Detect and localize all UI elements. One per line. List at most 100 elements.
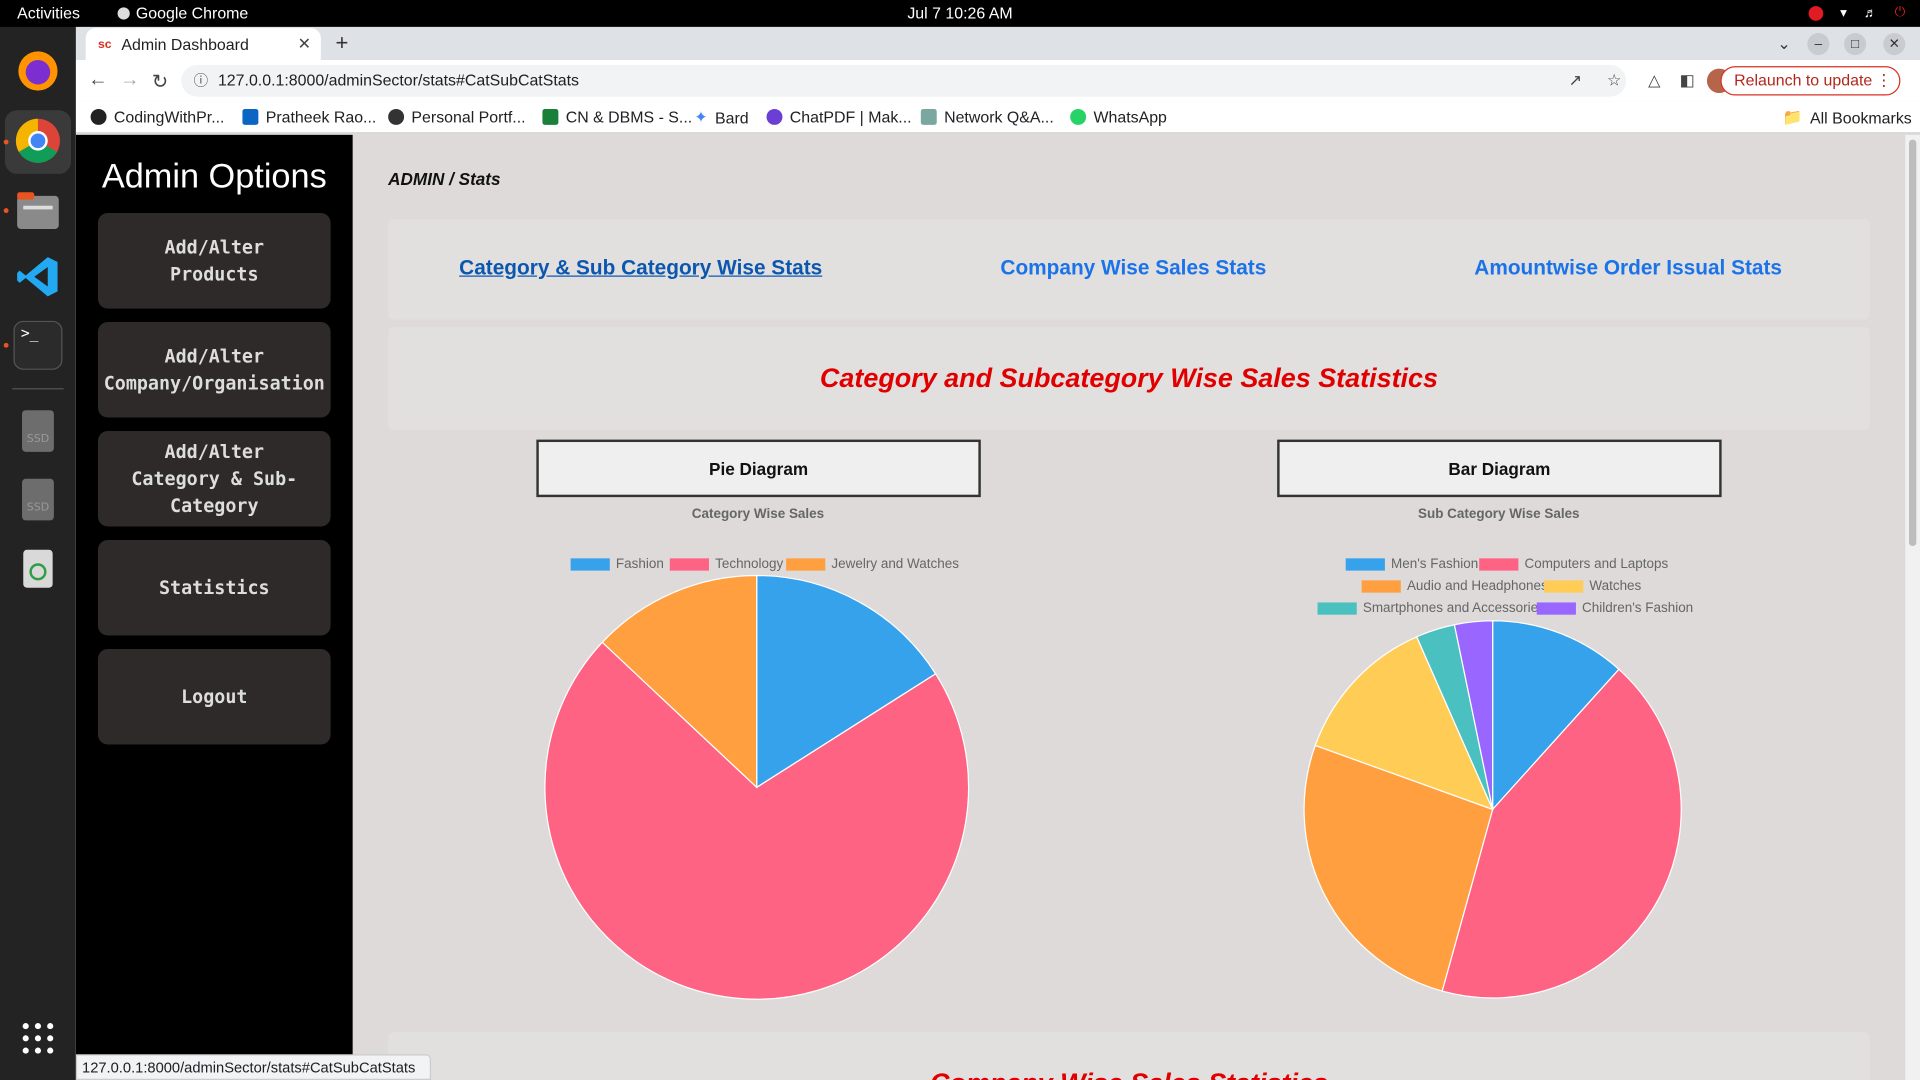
dock-separator [12, 388, 64, 390]
trash-icon[interactable] [13, 542, 62, 591]
address-bar[interactable]: ⓘ 127.0.0.1:8000/adminSector/stats#CatSu… [181, 64, 1627, 97]
web-page: Admin Options Add/Alter Products Add/Alt… [75, 134, 1920, 1080]
notification-icon [1808, 5, 1823, 21]
section-title-card: Category and Subcategory Wise Sales Stat… [388, 326, 1870, 430]
bookmark-item[interactable]: Network Q&A... [920, 108, 1054, 126]
volume-icon: ♬ [1864, 5, 1878, 21]
legend-item[interactable]: Technology [669, 557, 784, 572]
legend-item[interactable]: Children's Fashion [1536, 601, 1693, 616]
legend-item[interactable]: Jewelry and Watches [786, 557, 959, 572]
side-panel-icon[interactable]: ◧ [1680, 71, 1695, 91]
all-bookmarks-button[interactable]: 📁 All Bookmarks [1783, 108, 1912, 128]
close-tab-icon[interactable]: ✕ [298, 34, 311, 54]
site-favicon-icon: sc [97, 37, 112, 51]
legend-swatch [1479, 558, 1519, 571]
wifi-icon: ▾ [1840, 6, 1847, 21]
legend-item[interactable]: Fashion [570, 557, 664, 572]
sidebar-item-logout[interactable]: Logout [97, 648, 331, 745]
minimize-button[interactable]: – [1807, 33, 1830, 56]
bookmark-star-icon[interactable]: ☆ [1607, 71, 1621, 91]
tab-title: Admin Dashboard [121, 34, 249, 54]
vscode-icon[interactable] [13, 252, 62, 301]
extensions-icon[interactable]: △ [1648, 71, 1660, 91]
legend-item[interactable]: Men's Fashion [1345, 557, 1478, 572]
sidebar-item-label: Logout [181, 685, 248, 708]
tab-search-icon[interactable]: ⌄ [1773, 33, 1795, 55]
dock: >_ SSD SSD [0, 26, 76, 1080]
legend-swatch [786, 558, 826, 571]
github-icon [90, 108, 107, 125]
site-info-icon[interactable]: ⓘ [193, 65, 208, 97]
system-tray[interactable]: ▾ ♬ ⏻ [1808, 5, 1905, 21]
chrome-dock-icon[interactable] [13, 116, 62, 165]
menu-kebab-icon: ⋮ [1875, 71, 1892, 90]
maximize-button[interactable]: □ [1844, 33, 1867, 56]
bookmark-item[interactable]: ✦ Bard [694, 108, 748, 128]
legend-swatch [1536, 602, 1576, 615]
section-title: Category and Subcategory Wise Sales Stat… [819, 362, 1439, 394]
legend-swatch [1361, 580, 1401, 593]
category-pie-chart[interactable] [542, 573, 971, 1002]
main-content: ADMIN / Stats Category & Sub Category Wi… [353, 135, 1906, 1080]
page-scrollbar[interactable] [1905, 134, 1920, 1080]
sidebar-item-label: Add/Alter Company/Organisation [103, 345, 325, 395]
stats-nav-card: Category & Sub Category Wise Stats Compa… [388, 219, 1870, 320]
link-category-stats[interactable]: Category & Sub Category Wise Stats [459, 256, 822, 280]
bookmark-item[interactable]: Personal Portf... [388, 108, 526, 126]
tab-strip: sc Admin Dashboard ✕ + ⌄ – □ ✕ [75, 26, 1920, 61]
legend-item[interactable]: Smartphones and Accessories [1317, 601, 1545, 616]
new-tab-button[interactable]: + [336, 31, 349, 57]
legend-swatch [1317, 602, 1357, 615]
scrollbar-thumb[interactable] [1908, 139, 1917, 547]
svg-text:SSD: SSD [27, 432, 49, 445]
legend-item[interactable]: Computers and Laptops [1479, 557, 1668, 572]
legend-swatch [1544, 580, 1584, 593]
whatsapp-icon [1070, 108, 1087, 125]
tab-admin-dashboard[interactable]: sc Admin Dashboard ✕ [85, 28, 321, 61]
sparkle-icon: ✦ [694, 107, 708, 127]
legend-label: Audio and Headphones [1406, 579, 1548, 594]
relaunch-button[interactable]: Relaunch to update ⋮ [1720, 66, 1901, 96]
subcategory-pie-chart[interactable] [1302, 618, 1684, 1000]
sidebar-item-label: Add/Alter Category & Sub- Category [131, 440, 298, 517]
legend-label: Jewelry and Watches [831, 557, 959, 572]
sidebar-item-category[interactable]: Add/Alter Category & Sub- Category [97, 431, 331, 527]
bookmark-item[interactable]: WhatsApp [1070, 108, 1167, 126]
running-indicator [3, 342, 9, 348]
bookmark-item[interactable]: Pratheek Rao... [242, 108, 376, 126]
ssd-drive-icon[interactable]: SSD [13, 407, 62, 456]
firefox-icon[interactable] [13, 47, 62, 96]
bar-diagram-button[interactable]: Bar Diagram [1277, 439, 1722, 498]
show-apps-grid-icon[interactable] [13, 1014, 62, 1063]
terminal-icon[interactable]: >_ [13, 320, 63, 370]
bookmark-item[interactable]: CodingWithPr... [90, 108, 224, 126]
clock[interactable]: Jul 7 10:26 AM [0, 4, 1920, 22]
pie-diagram-button[interactable]: Pie Diagram [536, 439, 981, 498]
sidebar-item-statistics[interactable]: Statistics [97, 540, 331, 636]
files-icon[interactable] [13, 186, 62, 235]
forward-button[interactable]: → [120, 70, 140, 92]
chatpdf-icon [766, 108, 783, 125]
legend-label: Computers and Laptops [1524, 557, 1669, 572]
folder-icon: 📁 [1782, 107, 1803, 127]
legend-swatch [1345, 558, 1385, 571]
legend-label: Technology [715, 557, 784, 572]
link-amount-stats[interactable]: Amountwise Order Issual Stats [1474, 256, 1782, 280]
back-button[interactable]: ← [88, 70, 108, 92]
sidebar-item-company[interactable]: Add/Alter Company/Organisation [97, 322, 331, 418]
legend-item[interactable]: Audio and Headphones [1361, 579, 1548, 594]
bookmark-item[interactable]: CN & DBMS - S... [542, 108, 692, 126]
globe-icon [388, 108, 405, 125]
bookmark-item[interactable]: ChatPDF | Mak... [766, 108, 912, 126]
legend-item[interactable]: Watches [1544, 579, 1641, 594]
chart-title: Sub Category Wise Sales [1417, 506, 1580, 522]
sidebar-title: Admin Options [101, 156, 327, 195]
share-icon[interactable]: ↗ [1569, 71, 1582, 91]
sidebar-item-products[interactable]: Add/Alter Products [97, 213, 331, 309]
power-icon: ⏻ [1894, 4, 1906, 20]
browser-window: sc Admin Dashboard ✕ + ⌄ – □ ✕ ← → ↻ ⓘ 1… [75, 26, 1920, 1080]
link-company-stats[interactable]: Company Wise Sales Stats [1000, 256, 1266, 280]
reload-button[interactable]: ↻ [152, 70, 168, 94]
ssd-drive-icon[interactable]: SSD [13, 475, 62, 524]
close-window-button[interactable]: ✕ [1883, 33, 1906, 56]
